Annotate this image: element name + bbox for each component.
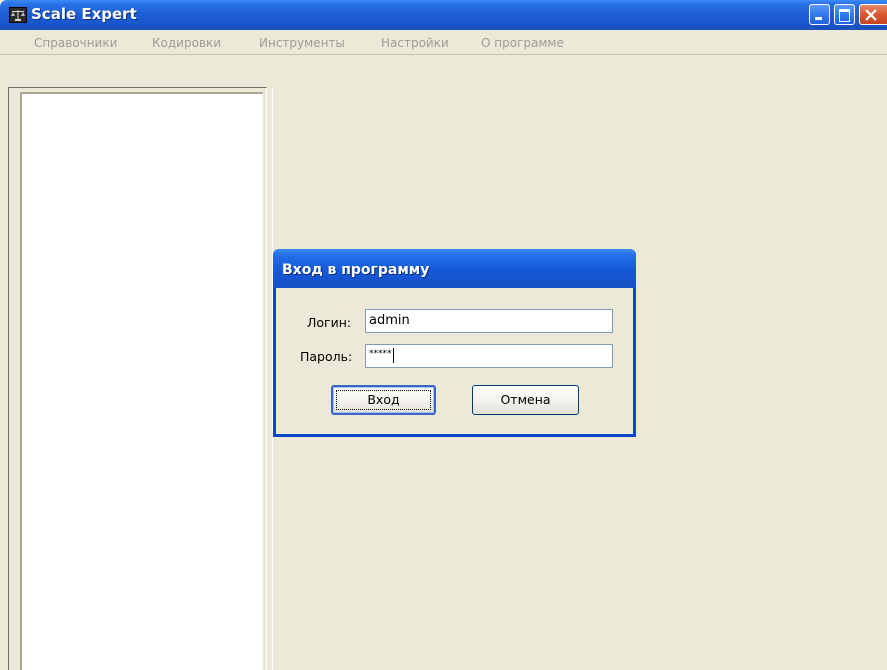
dialog-body: Логин: admin Пароль: ***** Вход Отмена — [276, 288, 633, 434]
close-icon[interactable] — [859, 4, 887, 25]
main-window: Scale Expert Справочники Кодировки Инстр… — [0, 0, 887, 670]
cancel-button-label: Отмена — [500, 392, 551, 407]
scales-icon[interactable] — [9, 7, 27, 23]
password-field[interactable]: ***** — [365, 344, 613, 368]
menu-bar: Справочники Кодировки Инструменты Настро… — [0, 30, 887, 55]
menu-item-encodings[interactable]: Кодировки — [152, 36, 221, 50]
text-caret — [392, 348, 394, 363]
title-bar[interactable]: Scale Expert — [0, 0, 887, 30]
window-title: Scale Expert — [31, 5, 137, 23]
menu-item-settings[interactable]: Настройки — [381, 36, 449, 50]
dialog-title: Вход в программу — [282, 262, 430, 278]
login-label: Логин: — [307, 315, 352, 330]
minimize-icon[interactable] — [809, 4, 830, 25]
login-button[interactable]: Вход — [331, 385, 436, 415]
tree-view[interactable] — [20, 92, 264, 670]
login-dialog: Вход в программу Логин: admin Пароль: **… — [273, 249, 636, 437]
password-value: ***** — [369, 349, 392, 359]
maximize-icon[interactable] — [834, 4, 855, 25]
login-button-label: Вход — [367, 392, 400, 407]
menu-item-directories[interactable]: Справочники — [34, 36, 117, 50]
login-field[interactable]: admin — [365, 309, 613, 333]
left-panel — [8, 87, 267, 670]
dialog-title-bar[interactable]: Вход в программу — [273, 249, 636, 288]
menu-item-tools[interactable]: Инструменты — [259, 36, 345, 50]
menu-item-about[interactable]: О программе — [481, 36, 564, 50]
cancel-button[interactable]: Отмена — [472, 385, 579, 415]
password-label: Пароль: — [300, 349, 353, 364]
